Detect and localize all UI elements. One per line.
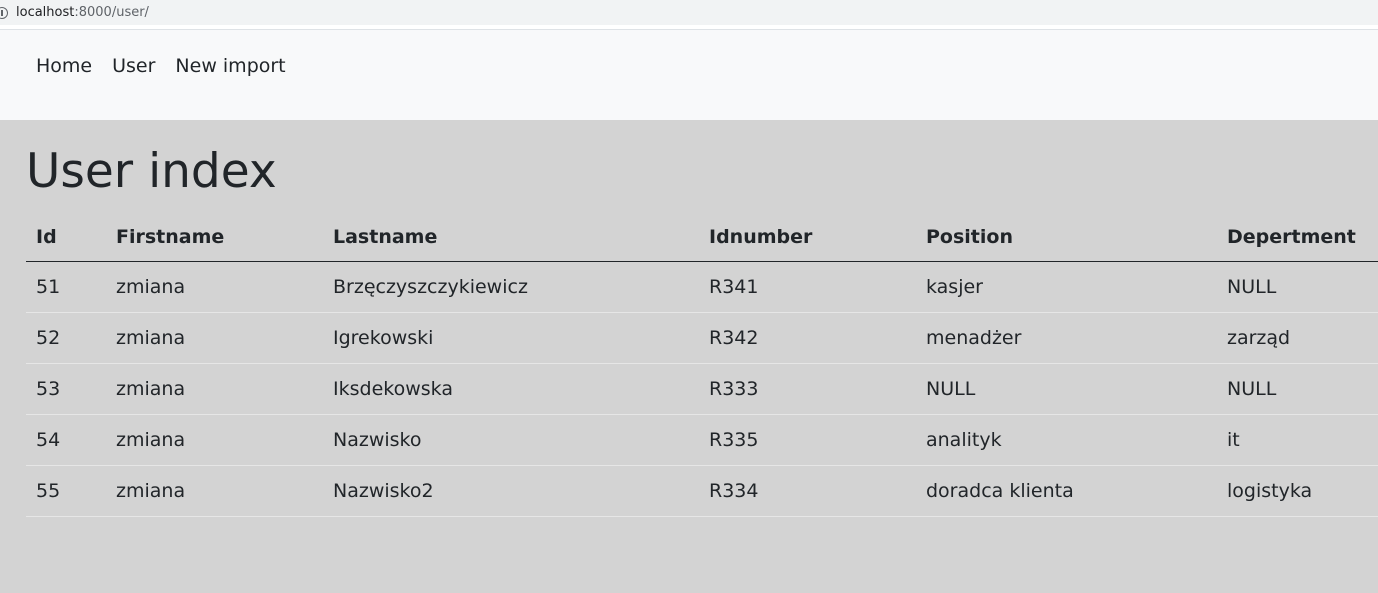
cell-position: doradca klienta [916,465,1217,517]
cell-department: logistyka [1217,465,1378,517]
url-host: localhost [16,5,75,20]
table-body: 51 zmiana Brzęczyszczykiewicz R341 kasje… [26,261,1378,517]
info-icon[interactable] [0,6,8,19]
cell-idnumber: R333 [699,363,916,415]
cell-firstname: zmiana [106,261,323,313]
cell-department: NULL [1217,363,1378,415]
table-row: 54 zmiana Nazwisko R335 analityk it [26,414,1378,466]
user-table: Id Firstname Lastname Idnumber Position … [26,213,1378,517]
cell-position: analityk [916,414,1217,466]
cell-firstname: zmiana [106,465,323,517]
cell-idnumber: R342 [699,312,916,364]
cell-lastname: Iksdekowska [323,363,699,415]
table-row: 53 zmiana Iksdekowska R333 NULL NULL [26,363,1378,415]
cell-lastname: Igrekowski [323,312,699,364]
cell-position: NULL [916,363,1217,415]
cell-id: 54 [26,414,106,466]
header-firstname: Firstname [106,213,323,262]
cell-id: 51 [26,261,106,313]
nav-link-home[interactable]: Home [36,54,92,78]
navbar: Home User New import [0,30,1378,120]
main-content: User index Id Firstname Lastname Idnumbe… [26,120,1378,517]
table-header: Id Firstname Lastname Idnumber Position … [26,213,1378,262]
cell-id: 53 [26,363,106,415]
table-row: 51 zmiana Brzęczyszczykiewicz R341 kasje… [26,261,1378,313]
nav-link-user[interactable]: User [112,54,155,78]
browser-address-bar[interactable]: localhost:8000/user/ [0,0,1378,25]
table-header-row: Id Firstname Lastname Idnumber Position … [26,213,1378,262]
cell-lastname: Nazwisko [323,414,699,466]
header-department: Depertment [1217,213,1378,262]
cell-department: it [1217,414,1378,466]
header-lastname: Lastname [323,213,699,262]
cell-lastname: Nazwisko2 [323,465,699,517]
cell-firstname: zmiana [106,414,323,466]
cell-lastname: Brzęczyszczykiewicz [323,261,699,313]
cell-firstname: zmiana [106,312,323,364]
cell-position: menadżer [916,312,1217,364]
cell-position: kasjer [916,261,1217,313]
cell-id: 55 [26,465,106,517]
cell-department: zarząd [1217,312,1378,364]
header-id: Id [26,213,106,262]
cell-firstname: zmiana [106,363,323,415]
header-idnumber: Idnumber [699,213,916,262]
url-path: :8000/user/ [74,5,149,20]
cell-department: NULL [1217,261,1378,313]
cell-idnumber: R335 [699,414,916,466]
table-row: 55 zmiana Nazwisko2 R334 doradca klienta… [26,465,1378,517]
page-title: User index [26,144,277,199]
nav-link-new-import[interactable]: New import [175,54,285,78]
table-row: 52 zmiana Igrekowski R342 menadżer zarzą… [26,312,1378,364]
cell-idnumber: R341 [699,261,916,313]
cell-id: 52 [26,312,106,364]
cell-idnumber: R334 [699,465,916,517]
header-position: Position [916,213,1217,262]
